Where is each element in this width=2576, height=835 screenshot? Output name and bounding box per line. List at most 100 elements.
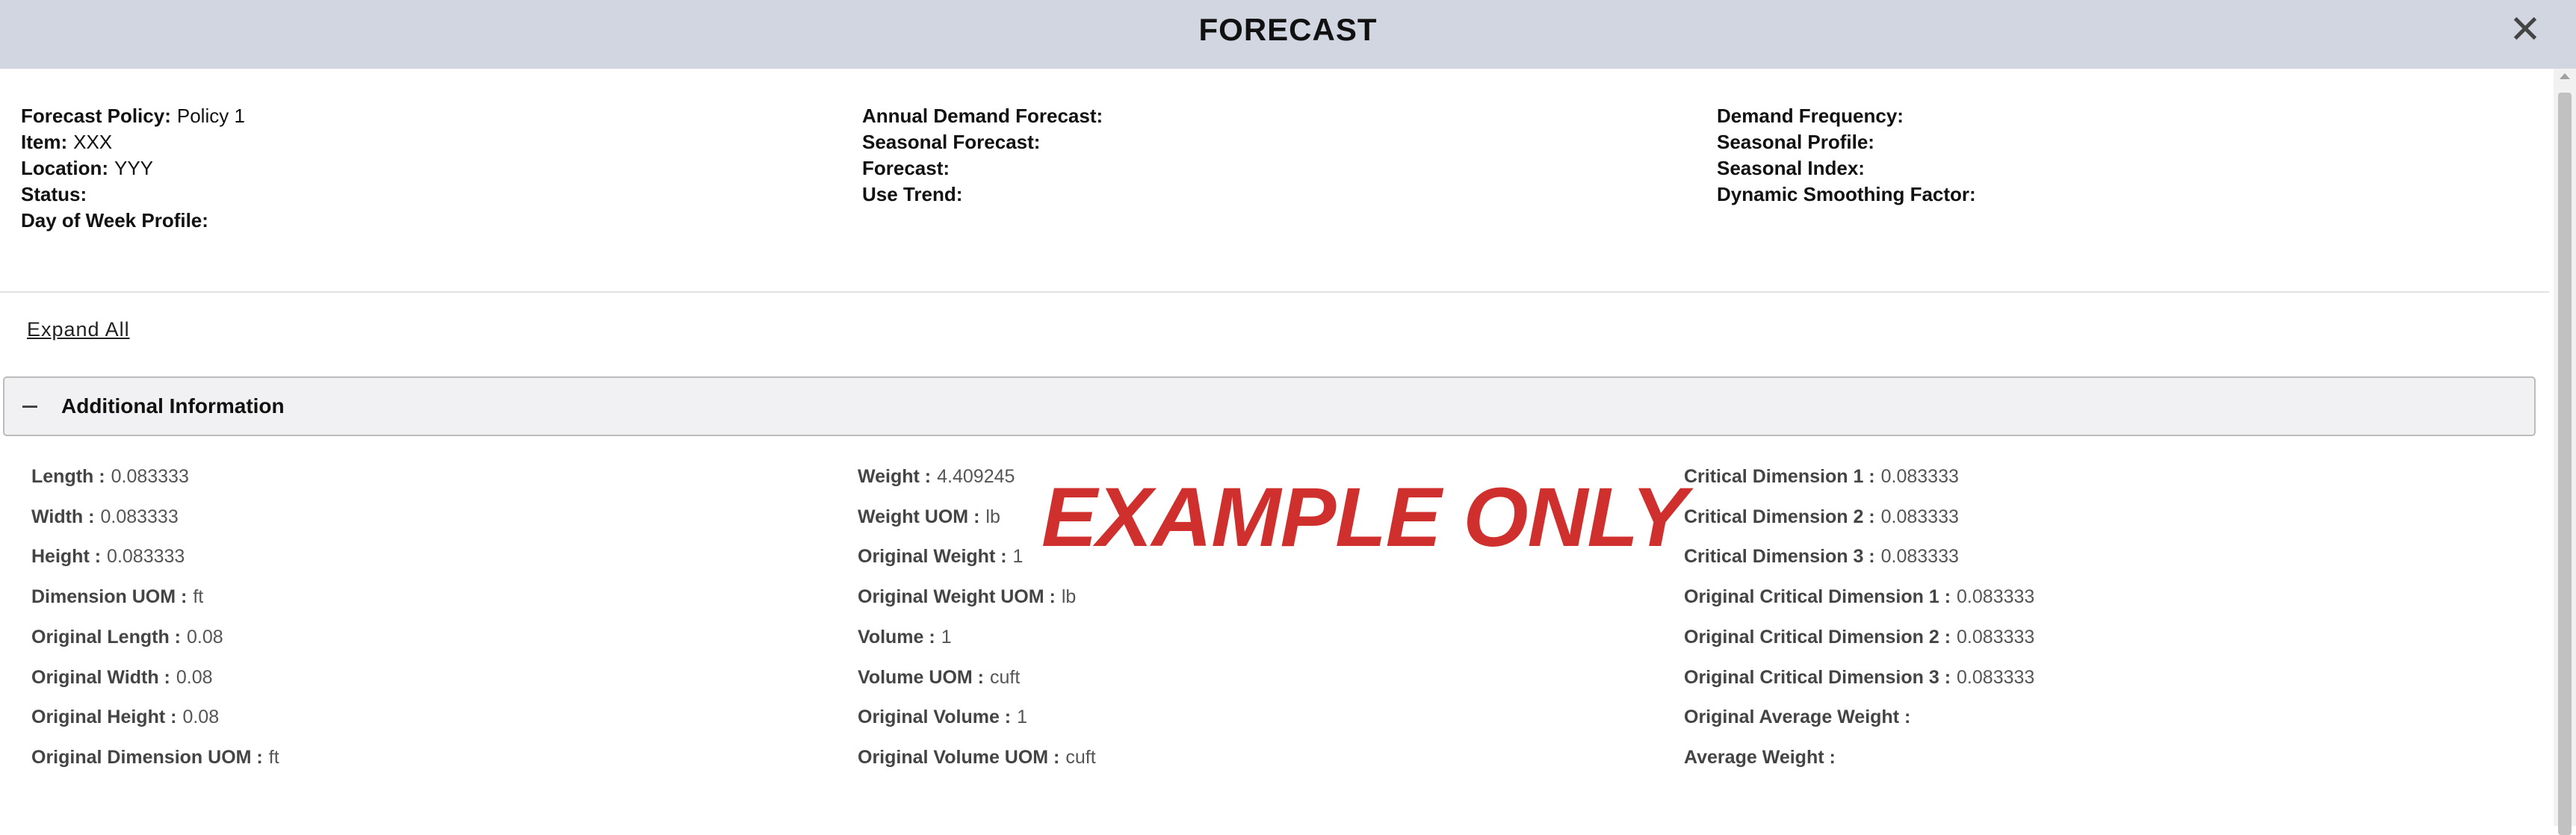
detail-field-original-critical-dimension-3: Original Critical Dimension 3 : 0.083333 xyxy=(1684,658,2034,698)
field-value: 0.083333 xyxy=(1957,626,2035,648)
scroll-up-arrow-icon[interactable] xyxy=(2560,73,2570,79)
field-value: 1 xyxy=(1017,707,1028,728)
detail-field-average-weight: Average Weight : xyxy=(1684,738,2034,778)
summary-field-location: Location: YYY xyxy=(21,155,245,181)
expand-all-link[interactable]: Expand All xyxy=(27,318,130,341)
detail-field-critical-dimension-1: Critical Dimension 1 :0.083333 xyxy=(1684,457,2034,497)
summary-field-demand-frequency: Demand Frequency: xyxy=(1717,103,1982,129)
field-label: Dimension UOM : xyxy=(31,586,188,608)
field-value: 0.083333 xyxy=(1957,586,2035,608)
scrollbar-thumb[interactable] xyxy=(2558,93,2572,835)
field-label: Seasonal Profile: xyxy=(1717,131,1874,153)
summary-column-2: Annual Demand Forecast: Seasonal Forecas… xyxy=(862,103,1109,208)
field-value: YYY xyxy=(114,157,154,179)
field-label: Day of Week Profile: xyxy=(21,209,208,232)
title-bar: FORECAST ✕ xyxy=(0,0,2576,69)
field-value: 0.08 xyxy=(176,666,213,688)
field-label: Forecast Policy: xyxy=(21,105,171,127)
field-label: Height : xyxy=(31,546,102,568)
vertical-scrollbar[interactable] xyxy=(2554,69,2576,835)
detail-field-original-height: Original Height :0.08 xyxy=(31,698,279,738)
field-value: 4.409245 xyxy=(937,466,1015,487)
details-column-1: Length :0.083333 Width :0.083333 Height … xyxy=(31,457,279,778)
field-label: Weight : xyxy=(858,466,932,487)
summary-field-forecast-policy: Forecast Policy: Policy 1 xyxy=(21,103,245,129)
example-only-watermark: EXAMPLE ONLY xyxy=(1041,471,1687,564)
field-value: lb xyxy=(985,506,1000,527)
field-value: 0.083333 xyxy=(100,506,179,527)
field-label: Status: xyxy=(21,183,87,205)
field-label: Original Volume UOM : xyxy=(858,746,1060,768)
field-label: Demand Frequency: xyxy=(1717,105,1904,127)
field-label: Original Critical Dimension 2 : xyxy=(1684,626,1951,648)
field-value: 0.08 xyxy=(187,626,223,648)
section-divider xyxy=(0,291,2549,293)
field-value: 0.083333 xyxy=(107,546,185,568)
summary-field-use-trend: Use Trend: xyxy=(862,181,1109,208)
detail-field-original-width: Original Width : 0.08 xyxy=(31,658,279,698)
field-label: Volume UOM : xyxy=(858,666,984,688)
close-icon[interactable]: ✕ xyxy=(2503,7,2548,52)
detail-field-original-dimension-uom: Original Dimension UOM : ft xyxy=(31,738,279,778)
field-label: Original Height : xyxy=(31,707,177,728)
detail-field-volume-uom: Volume UOM : cuft xyxy=(858,658,1096,698)
field-label: Seasonal Index: xyxy=(1717,157,1865,179)
field-label: Dynamic Smoothing Factor: xyxy=(1717,183,1976,205)
field-label: Location: xyxy=(21,157,108,179)
summary-field-item: Item: XXX xyxy=(21,129,245,155)
summary-field-status: Status: xyxy=(21,181,245,208)
detail-field-length: Length : 0.083333 xyxy=(31,457,279,497)
field-label: Seasonal Forecast: xyxy=(862,131,1041,153)
summary-field-seasonal-forecast: Seasonal Forecast: xyxy=(862,129,1109,155)
field-value: 1 xyxy=(941,626,952,648)
field-label: Original Weight UOM : xyxy=(858,586,1056,608)
detail-field-original-average-weight: Original Average Weight : xyxy=(1684,698,2034,738)
details-column-3: Critical Dimension 1 :0.083333 Critical … xyxy=(1684,457,2034,778)
detail-field-height: Height :0.083333 xyxy=(31,537,279,577)
field-label: Weight UOM : xyxy=(858,506,980,527)
detail-field-critical-dimension-2: Critical Dimension 2 :0.083333 xyxy=(1684,497,2034,538)
detail-field-original-length: Original Length : 0.08 xyxy=(31,618,279,658)
field-value: Policy 1 xyxy=(176,105,245,127)
field-label: Original Critical Dimension 1 : xyxy=(1684,586,1951,608)
summary-field-annual-demand-forecast: Annual Demand Forecast: xyxy=(862,103,1109,129)
field-label: Volume : xyxy=(858,626,935,648)
forecast-summary: Forecast Policy: Policy 1 Item: XXX Locati… xyxy=(0,103,2548,290)
field-label: Original Volume : xyxy=(858,707,1012,728)
field-label: Critical Dimension 3 : xyxy=(1684,546,1875,568)
detail-field-dimension-uom: Dimension UOM : ft xyxy=(31,577,279,618)
detail-field-original-volume-uom: Original Volume UOM : cuft xyxy=(858,738,1096,778)
detail-field-critical-dimension-3: Critical Dimension 3 :0.083333 xyxy=(1684,537,2034,577)
field-label: Width : xyxy=(31,506,95,527)
field-label: Original Critical Dimension 3 : xyxy=(1684,666,1951,688)
summary-field-seasonal-profile: Seasonal Profile: xyxy=(1717,129,1982,155)
field-label: Average Weight : xyxy=(1684,746,1836,768)
field-label: Use Trend: xyxy=(862,183,963,205)
collapse-icon[interactable] xyxy=(18,394,42,418)
detail-field-width: Width :0.083333 xyxy=(31,497,279,538)
detail-field-volume: Volume : 1 xyxy=(858,618,1096,658)
field-label: Critical Dimension 1 : xyxy=(1684,466,1875,487)
summary-column-3: Demand Frequency: Seasonal Profile: Seas… xyxy=(1717,103,1982,208)
section-title: Additional Information xyxy=(61,394,285,418)
detail-field-original-critical-dimension-1: Original Critical Dimension 1 : 0.083333 xyxy=(1684,577,2034,618)
summary-field-forecast: Forecast: xyxy=(862,155,1109,181)
field-value: 0.083333 xyxy=(1880,546,1959,568)
summary-field-seasonal-index: Seasonal Index: xyxy=(1717,155,1982,181)
summary-column-1: Forecast Policy: Policy 1 Item: XXX Locati… xyxy=(21,103,245,234)
field-label: Original Width : xyxy=(31,666,170,688)
field-label: Original Average Weight : xyxy=(1684,707,1911,728)
field-value: ft xyxy=(193,586,204,608)
field-value: ft xyxy=(268,746,279,768)
field-label: Annual Demand Forecast: xyxy=(862,105,1103,127)
field-label: Length : xyxy=(31,466,105,487)
field-value: 0.083333 xyxy=(1957,666,2035,688)
summary-field-day-of-week-profile: Day of Week Profile: xyxy=(21,208,245,234)
field-value: cuft xyxy=(989,666,1021,688)
detail-field-original-weight-uom: Original Weight UOM : lb xyxy=(858,577,1096,618)
field-label: Forecast: xyxy=(862,157,950,179)
field-value: XXX xyxy=(73,131,113,153)
field-label: Original Length : xyxy=(31,626,181,648)
detail-field-original-critical-dimension-2: Original Critical Dimension 2 : 0.083333 xyxy=(1684,618,2034,658)
additional-information-header[interactable]: Additional Information xyxy=(3,376,2536,436)
